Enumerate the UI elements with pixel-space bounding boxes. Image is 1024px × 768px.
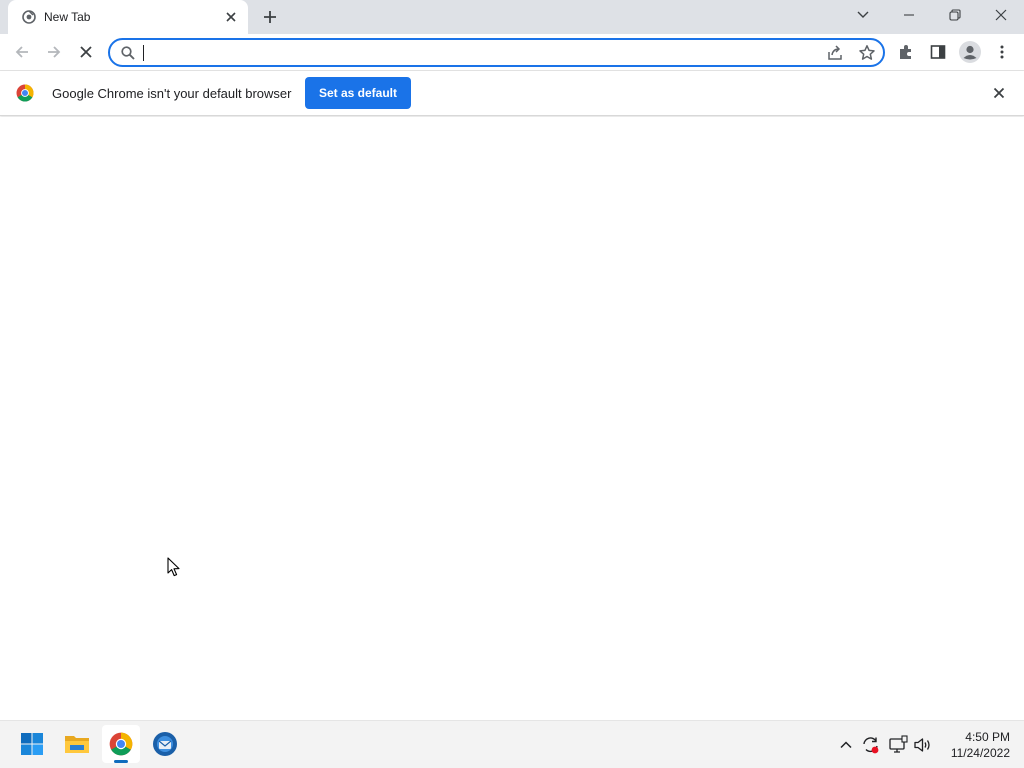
file-explorer-icon[interactable] [58,725,96,763]
side-panel-icon[interactable] [925,39,951,65]
tab-close-icon[interactable] [223,9,239,25]
start-icon[interactable] [13,725,51,763]
address-bar[interactable] [108,38,885,67]
clock-date: 11/24/2022 [950,746,1010,760]
tab-title: New Tab [44,10,91,24]
profile-icon[interactable] [957,39,983,65]
chrome-logo-icon [16,84,34,102]
system-clock[interactable]: 4:50 PM 11/24/2022 [940,729,1010,761]
chrome-icon[interactable] [102,725,140,763]
volume-icon[interactable] [913,735,933,755]
extensions-icon[interactable] [893,39,919,65]
taskbar: 4:50 PM 11/24/2022 [0,720,1024,768]
active-app-indicator [114,760,128,763]
infobar-close-icon[interactable] [990,84,1008,102]
title-bar: New Tab [0,0,1024,34]
clock-time: 4:50 PM [965,730,1010,744]
page-content[interactable] [0,117,1024,720]
close-icon[interactable] [978,0,1024,30]
browser-toolbar [0,34,1024,71]
new-tab-button[interactable] [258,5,282,29]
infobar-message: Google Chrome isn't your default browser [52,86,292,101]
stop-loading-icon[interactable] [72,38,100,66]
new-tab-icon [22,10,36,24]
mouse-cursor-icon [167,557,181,577]
network-icon[interactable] [888,735,908,755]
forward-icon[interactable] [40,38,68,66]
address-input[interactable] [142,42,802,63]
search-icon [120,45,136,61]
tab-new-tab[interactable]: New Tab [8,0,248,34]
sync-icon[interactable] [861,735,881,755]
chevron-up-icon[interactable] [836,735,856,755]
default-browser-infobar: Google Chrome isn't your default browser… [0,71,1024,116]
text-caret [143,45,144,61]
restore-icon[interactable] [932,0,978,30]
tab-search-icon[interactable] [840,0,886,30]
thunderbird-icon[interactable] [146,725,184,763]
set-as-default-button[interactable]: Set as default [305,77,411,109]
minimize-icon[interactable] [886,0,932,30]
bookmark-star-icon[interactable] [858,44,876,62]
back-icon[interactable] [8,38,36,66]
share-icon[interactable] [826,44,844,62]
menu-icon[interactable] [989,39,1015,65]
